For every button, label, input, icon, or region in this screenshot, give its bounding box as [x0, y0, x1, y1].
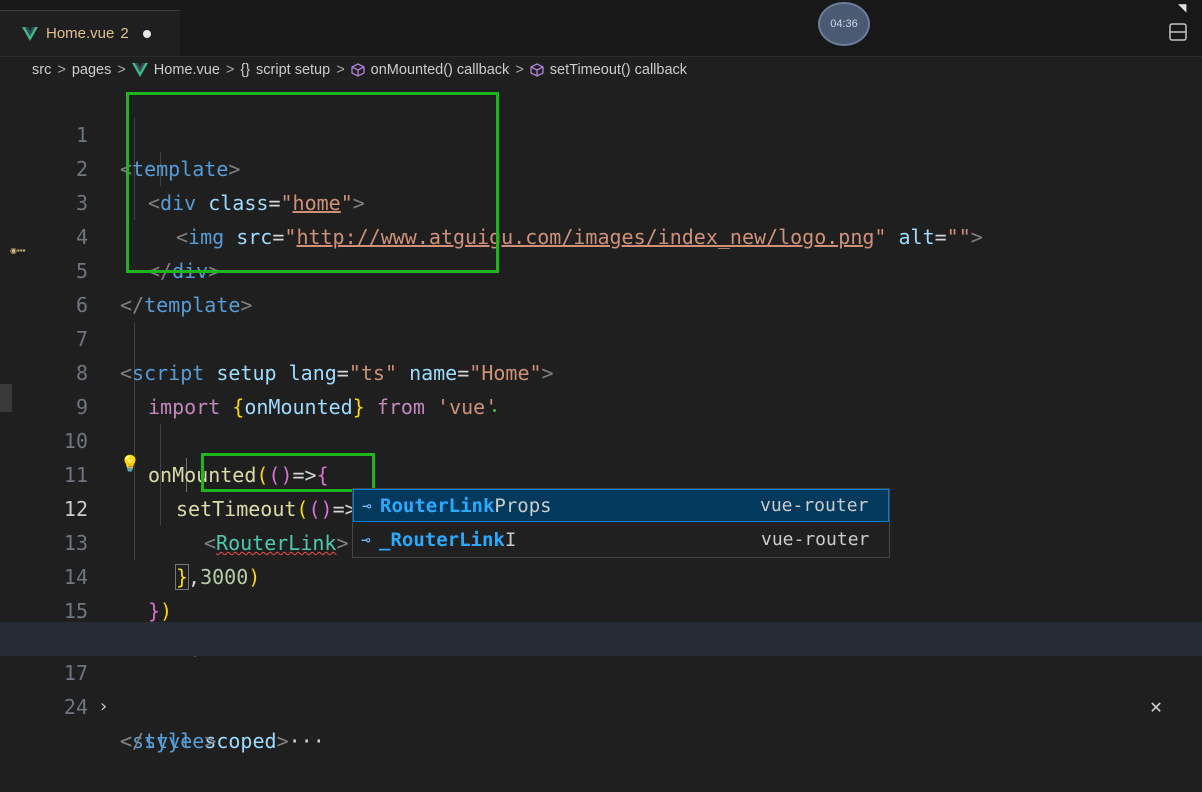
lightbulb-icon[interactable]: 💡 — [120, 454, 140, 474]
tab-filename: Home.vue — [46, 25, 115, 42]
vue-icon — [22, 26, 38, 41]
tag-name: style — [144, 729, 205, 753]
breadcrumb-separator: > — [225, 62, 235, 78]
method-cube-icon — [530, 63, 544, 77]
code-line: 7 <script setup lang="ts" name="Home"> — [0, 288, 1202, 385]
corner-icon: ◥ — [1178, 0, 1187, 16]
code-line-folded: 17 › <style scoped>··· — [0, 622, 1202, 753]
vue-icon — [131, 63, 148, 77]
folded-ellipsis[interactable]: ··· — [289, 729, 325, 753]
suggestion-match: RouterLink — [380, 494, 495, 517]
code-line: 15 </script> — [0, 560, 1202, 657]
code-line: 10 onMounted(()=>{ — [0, 390, 1202, 487]
suggestion-rest: Props — [494, 494, 552, 517]
annotation-box-routerlink — [201, 453, 375, 492]
code-line: 9 — [0, 356, 1202, 419]
breadcrumb-item-onmounted[interactable]: onMounted() callback — [371, 62, 510, 78]
braces-icon: {} — [240, 62, 251, 78]
interface-icon: ⊸ — [362, 496, 372, 515]
close-icon: ✕ — [1150, 694, 1163, 718]
suggestion-source: vue-router — [761, 529, 870, 550]
recording-timer: 04:36 — [818, 2, 870, 46]
suggestion-rest: I — [504, 528, 517, 551]
tab-problem-count: 2 — [120, 25, 129, 42]
breadcrumb-separator: > — [515, 62, 524, 78]
interface-icon: ⊸ — [361, 530, 371, 549]
autocomplete-suggestions: ⊸ RouterLinkProps vue-router ⊸ _RouterLi… — [352, 488, 890, 558]
breadcrumb-item-src[interactable]: src — [32, 62, 51, 78]
split-editor-icon[interactable] — [1168, 22, 1188, 42]
breadcrumb-separator: > — [336, 62, 345, 78]
code-line: 11 setTimeout(()=>{ — [0, 424, 1202, 522]
code-line-active: 12 <RouterLink> — [0, 458, 1202, 555]
line-number: 24 — [63, 695, 88, 719]
code-line: 8 import {onMounted} from 'vue' — [0, 322, 1202, 419]
breadcrumb-separator: > — [57, 62, 66, 78]
breadcrumb-separator: > — [117, 62, 126, 78]
breadcrumb-item-settimeout[interactable]: setTimeout() callback — [550, 62, 687, 78]
breadcrumb-item-pages[interactable]: pages — [72, 62, 112, 78]
suggestion-item[interactable]: ⊸ RouterLinkProps vue-router — [353, 489, 889, 522]
code-line: 24 </style> — [0, 656, 1202, 753]
breadcrumb-item-file[interactable]: Home.vue — [154, 62, 220, 78]
suggestion-match: _RouterLink — [379, 528, 505, 551]
annotation-box-template — [126, 92, 499, 273]
breadcrumb: src > pages > Home.vue > {} script setup… — [32, 58, 687, 82]
unsaved-dot-icon[interactable] — [142, 29, 151, 38]
breadcrumb-item-script-setup[interactable]: script setup — [256, 62, 330, 78]
fold-chevron-icon[interactable]: › — [98, 690, 109, 724]
cursor-dot — [493, 409, 496, 412]
suggestion-source: vue-router — [760, 495, 869, 516]
tab-bar: Home.vue 2 04:36 ◥ — [0, 0, 1202, 57]
tab-home-vue[interactable]: Home.vue 2 — [0, 10, 180, 56]
suggestion-item[interactable]: ⊸ _RouterLinkI vue-router — [353, 523, 889, 556]
method-cube-icon — [351, 63, 365, 77]
